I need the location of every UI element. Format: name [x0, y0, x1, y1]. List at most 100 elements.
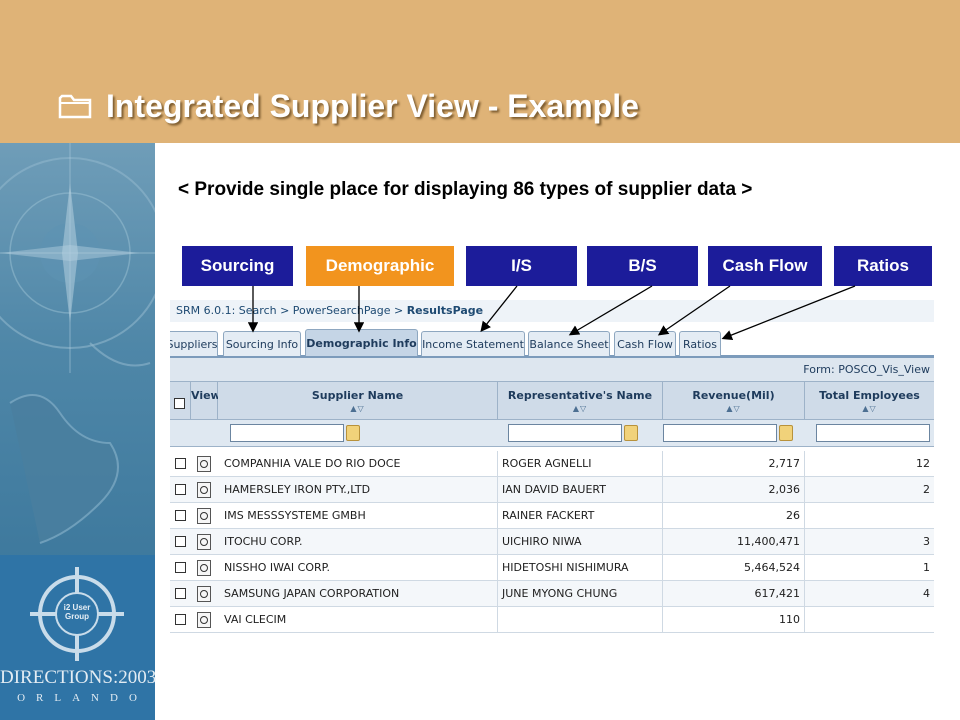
revenue-header[interactable]: Revenue(Mil) ▲▽ — [663, 382, 805, 420]
srm-screenshot: SRM 6.0.1: Search > PowerSearchPage > Re… — [170, 300, 934, 636]
compass-map-decoration — [0, 143, 155, 544]
view-column-header: View — [191, 382, 221, 420]
revenue-filter-input[interactable] — [663, 424, 777, 442]
employees-cell: 4 — [923, 587, 930, 600]
representative-filter-input[interactable] — [508, 424, 622, 442]
table-row[interactable]: ITOCHU CORP. UICHIRO NIWA 11,400,471 3 — [170, 529, 934, 555]
representative-cell: UICHIRO NIWA — [498, 529, 663, 555]
tab-demographic-info[interactable]: Demographic Info — [305, 329, 418, 356]
view-detail-icon[interactable] — [197, 612, 211, 628]
supplier-name-cell: ITOCHU CORP. — [218, 529, 498, 555]
revenue-cell: 2,717 — [663, 451, 805, 477]
slide-title-text: Integrated Supplier View - Example — [106, 88, 639, 124]
representative-cell — [498, 607, 663, 633]
table-row[interactable]: VAI CLECIM 110 — [170, 607, 934, 633]
category-demographic[interactable]: Demographic — [306, 246, 454, 286]
folder-icon — [58, 94, 92, 119]
form-name: Form: POSCO_Vis_View — [803, 363, 930, 376]
breadcrumb-path[interactable]: SRM 6.0.1: Search > PowerSearchPage > — [176, 304, 407, 317]
logo-group-text: i2 User Group — [55, 592, 99, 636]
sort-icon[interactable]: ▲▽ — [663, 404, 804, 413]
category-bs[interactable]: B/S — [587, 246, 698, 286]
row-checkbox[interactable] — [175, 536, 186, 547]
revenue-cell: 110 — [663, 607, 805, 633]
employees-filter-input[interactable] — [816, 424, 930, 442]
tab-balance-sheet[interactable]: Balance Sheet — [528, 331, 610, 356]
category-sourcing[interactable]: Sourcing — [182, 246, 293, 286]
employees-header-label: Total Employees — [819, 389, 920, 402]
view-detail-icon[interactable] — [197, 456, 211, 472]
view-detail-icon[interactable] — [197, 560, 211, 576]
revenue-cell: 26 — [663, 503, 805, 529]
slide-title: Integrated Supplier View - Example — [58, 88, 639, 125]
view-detail-icon[interactable] — [197, 534, 211, 550]
employees-cell: 3 — [923, 535, 930, 548]
table-row[interactable]: NISSHO IWAI CORP. HIDETOSHI NISHIMURA 5,… — [170, 555, 934, 581]
form-bar: Form: POSCO_Vis_View — [170, 358, 934, 382]
tab-cash-flow[interactable]: Cash Flow — [614, 331, 676, 356]
tab-income-statement[interactable]: Income Statement — [421, 331, 525, 356]
revenue-cell: 2,036 — [663, 477, 805, 503]
tab-strip: Suppliers Sourcing Info Demographic Info… — [170, 322, 934, 358]
view-detail-icon[interactable] — [197, 586, 211, 602]
breadcrumb-current: ResultsPage — [406, 304, 484, 317]
logo-title: DIRECTIONS:2003 — [0, 667, 157, 688]
supplier-name-cell: HAMERSLEY IRON PTY.,LTD — [218, 477, 498, 503]
filter-row — [170, 420, 934, 447]
employees-cell: 2 — [923, 483, 930, 496]
supplier-filter-input[interactable] — [230, 424, 344, 442]
revenue-cell: 5,464,524 — [663, 555, 805, 581]
row-checkbox[interactable] — [175, 458, 186, 469]
supplier-name-cell: COMPANHIA VALE DO RIO DOCE — [218, 451, 498, 477]
employees-header[interactable]: Total Employees ▲▽ — [805, 382, 934, 420]
table-row[interactable]: HAMERSLEY IRON PTY.,LTD IAN DAVID BAUERT… — [170, 477, 934, 503]
table-row[interactable]: COMPANHIA VALE DO RIO DOCE ROGER AGNELLI… — [170, 451, 934, 477]
representative-cell: ROGER AGNELLI — [498, 451, 663, 477]
supplier-name-cell: IMS MESSSYSTEME GMBH — [218, 503, 498, 529]
supplier-name-cell: SAMSUNG JAPAN CORPORATION — [218, 581, 498, 607]
category-cash-flow[interactable]: Cash Flow — [708, 246, 822, 286]
representative-header-label: Representative's Name — [507, 389, 653, 402]
supplier-name-cell: VAI CLECIM — [218, 607, 498, 633]
supplier-name-header[interactable]: Supplier Name ▲▽ — [218, 382, 498, 420]
revenue-header-label: Revenue(Mil) — [692, 389, 775, 402]
select-all-checkbox[interactable] — [174, 398, 185, 409]
breadcrumb: SRM 6.0.1: Search > PowerSearchPage > Re… — [170, 300, 934, 322]
employees-cell — [805, 503, 934, 529]
employees-cell: 1 — [923, 561, 930, 574]
representative-cell: RAINER FACKERT — [498, 503, 663, 529]
slide-subtitle: < Provide single place for displaying 86… — [178, 179, 753, 200]
table-row[interactable]: SAMSUNG JAPAN CORPORATION JUNE MYONG CHU… — [170, 581, 934, 607]
category-is[interactable]: I/S — [466, 246, 577, 286]
filter-lookup-icon[interactable] — [779, 425, 793, 441]
filter-lookup-icon[interactable] — [624, 425, 638, 441]
sort-icon[interactable]: ▲▽ — [805, 404, 934, 413]
sort-icon[interactable]: ▲▽ — [498, 404, 662, 413]
representative-cell: IAN DAVID BAUERT — [498, 477, 663, 503]
table-row[interactable]: IMS MESSSYSTEME GMBH RAINER FACKERT 26 — [170, 503, 934, 529]
view-detail-icon[interactable] — [197, 508, 211, 524]
row-checkbox[interactable] — [175, 562, 186, 573]
employees-cell: 12 — [916, 457, 930, 470]
category-ratios[interactable]: Ratios — [834, 246, 932, 286]
representative-header[interactable]: Representative's Name ▲▽ — [498, 382, 663, 420]
row-checkbox[interactable] — [175, 588, 186, 599]
view-detail-icon[interactable] — [197, 482, 211, 498]
select-all-header — [170, 382, 191, 420]
row-checkbox[interactable] — [175, 484, 186, 495]
conference-logo: i2 User Group DIRECTIONS:2003 ORLANDO — [0, 555, 157, 720]
tab-suppliers[interactable]: Suppliers — [170, 331, 218, 356]
supplier-name-header-label: Supplier Name — [311, 389, 404, 402]
tab-ratios[interactable]: Ratios — [679, 331, 721, 356]
revenue-cell: 617,421 — [663, 581, 805, 607]
supplier-name-cell: NISSHO IWAI CORP. — [218, 555, 498, 581]
sort-icon[interactable]: ▲▽ — [218, 404, 497, 413]
row-checkbox[interactable] — [175, 614, 186, 625]
row-checkbox[interactable] — [175, 510, 186, 521]
employees-cell — [805, 607, 934, 633]
filter-lookup-icon[interactable] — [346, 425, 360, 441]
representative-cell: HIDETOSHI NISHIMURA — [498, 555, 663, 581]
representative-cell: JUNE MYONG CHUNG — [498, 581, 663, 607]
tab-sourcing-info[interactable]: Sourcing Info — [223, 331, 301, 356]
logo-subtitle: ORLANDO — [17, 692, 148, 704]
